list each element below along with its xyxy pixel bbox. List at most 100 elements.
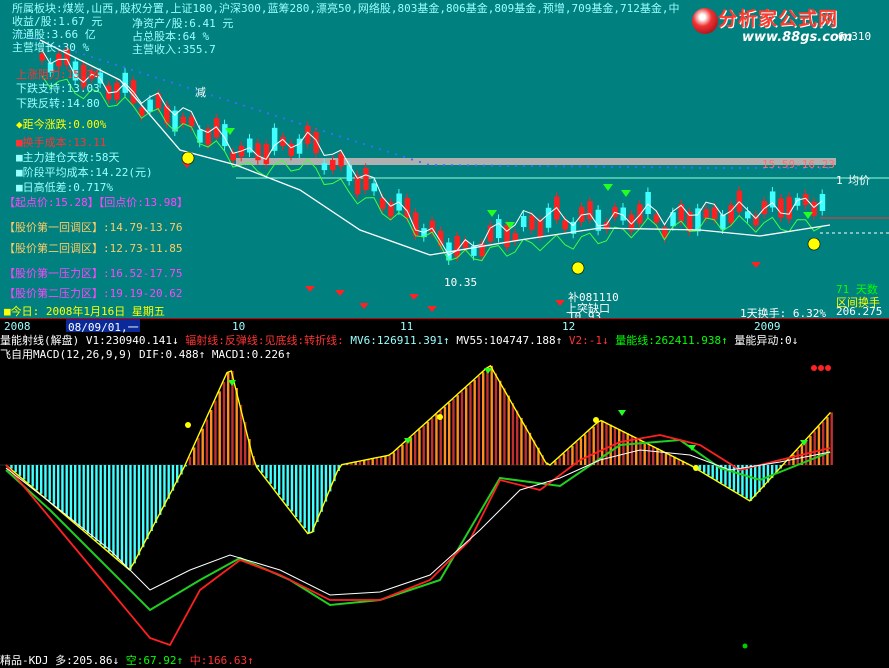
trend-dot [171,82,173,84]
candle-body [231,153,236,160]
macd-bar [278,465,280,495]
trend-dot [107,61,109,63]
float-shares: 流通股:3.66 亿 [12,28,96,41]
macd-bar [758,465,760,492]
macd-bar [321,465,323,512]
candle-body [140,108,145,116]
price-chart-panel[interactable]: 所属板块:煤炭,山西,股权分置,上证180,沪深300,蓝筹280,漂亮50,网… [0,0,889,318]
macd-bar [223,382,225,465]
macd-bar [465,388,467,466]
macd-bar [155,465,157,523]
right-value: 206.275 [836,305,882,318]
macd-bar [316,465,318,522]
candle-body [621,208,626,220]
logo-url: www.88gs.com [742,30,852,45]
macd-bar [129,465,131,570]
trend-dot [419,161,421,163]
macd-bar [53,465,55,505]
macd-bar [108,465,110,552]
candle-body [804,195,809,205]
kdj-name: 精品-KDJ [0,654,49,667]
trend-dot [227,99,229,101]
trend-dot [491,165,493,167]
volume-indicator-bar[interactable]: 量能射线(解盘) V1:230940.141↓ 辐射线:反弹线:见底线:转折线:… [0,332,889,346]
buy-arrow-icon [621,190,631,197]
macd-bar [117,465,119,559]
candle-body [414,213,419,235]
macd-bar [142,465,144,547]
macd-bar [508,396,510,465]
trend-dot [363,143,365,145]
trend-dot [219,97,221,99]
candle-body [712,208,717,219]
trend-dot [667,166,669,168]
kdj-indicator-bar[interactable]: 精品-KDJ 多:205.86↓ 空:67.92↑ 中:166.63↑ [0,652,889,666]
macd-bar [614,427,616,465]
trend-dot [131,69,133,71]
macd-bar [627,433,629,465]
macd-bar [414,433,416,465]
trend-dot [179,84,181,86]
pressure-zone-1: 【股价第一压力区】:16.52-17.75 [4,265,182,281]
trend-dot [627,166,629,168]
macd-bar [754,465,756,497]
candle-body [513,234,518,241]
macd-bar [814,431,816,465]
macd-bar [384,456,386,465]
macd-bar [57,465,59,508]
macd-bar [482,372,484,465]
macd-bar [163,465,165,507]
candle-body [746,212,751,218]
down-arrow-icon [305,286,315,292]
trend-dot [635,166,637,168]
macd-bar [503,388,505,465]
globe-icon [692,8,718,34]
macd-bar [525,425,527,465]
macd-bar [571,446,573,465]
down-arrow-icon [409,294,419,300]
selected-date[interactable]: 08/09/01,一 [66,319,140,332]
macd-bar [104,465,106,548]
macd-bar [19,465,21,476]
macd-bar [516,411,518,466]
trend-dot [699,167,701,169]
macd-bar [563,454,565,465]
trend-dot [611,166,613,168]
candle-body [322,164,327,170]
trend-dot [539,165,541,167]
macd-bar [197,438,199,465]
candle-body [339,154,344,166]
macd-indicator-bar[interactable]: 飞自用MACD(12,26,9,9) DIF:0.488↑ MACD1:0.22… [0,346,889,360]
macd-chart[interactable] [0,360,889,652]
change-label: ◆距今涨跌:0.00% [16,116,106,132]
macd-bar [393,453,395,465]
trend-dot [267,112,269,114]
red-dot [811,365,817,371]
macd-bar [193,447,195,465]
site-logo: 分析家公式网 www.88gs.com [690,2,886,52]
buy-arrow-icon [603,184,613,191]
signal-dot [693,465,699,471]
candle-body [455,237,460,257]
trend-dot [147,74,149,76]
red-dot [818,365,824,371]
date-axis[interactable]: 2008 08/09/01,一 10 11 12 2009 [0,318,889,333]
trend-dot [531,165,533,167]
trend-dot [139,71,141,73]
trend-dot [275,115,277,117]
reversal-label: 下跌反转:14.80 [16,95,100,111]
logo-title: 分析家公式网 [718,4,838,31]
macd-bar [91,465,93,537]
macd-bar [410,437,412,465]
trend-dot [755,167,757,169]
trend-dot [547,165,549,167]
signal-dot [593,417,599,423]
candle-body [787,197,792,218]
trend-dot [187,87,189,89]
macd-bar [146,465,148,539]
revenue-growth: 主营增长:30 % [12,41,89,54]
macd-bar [151,465,153,531]
signal-arrow-icon [618,410,626,416]
candle-body [563,221,568,229]
pullback-zone-1: 【股价第一回调区】:14.79-13.76 [4,219,182,235]
